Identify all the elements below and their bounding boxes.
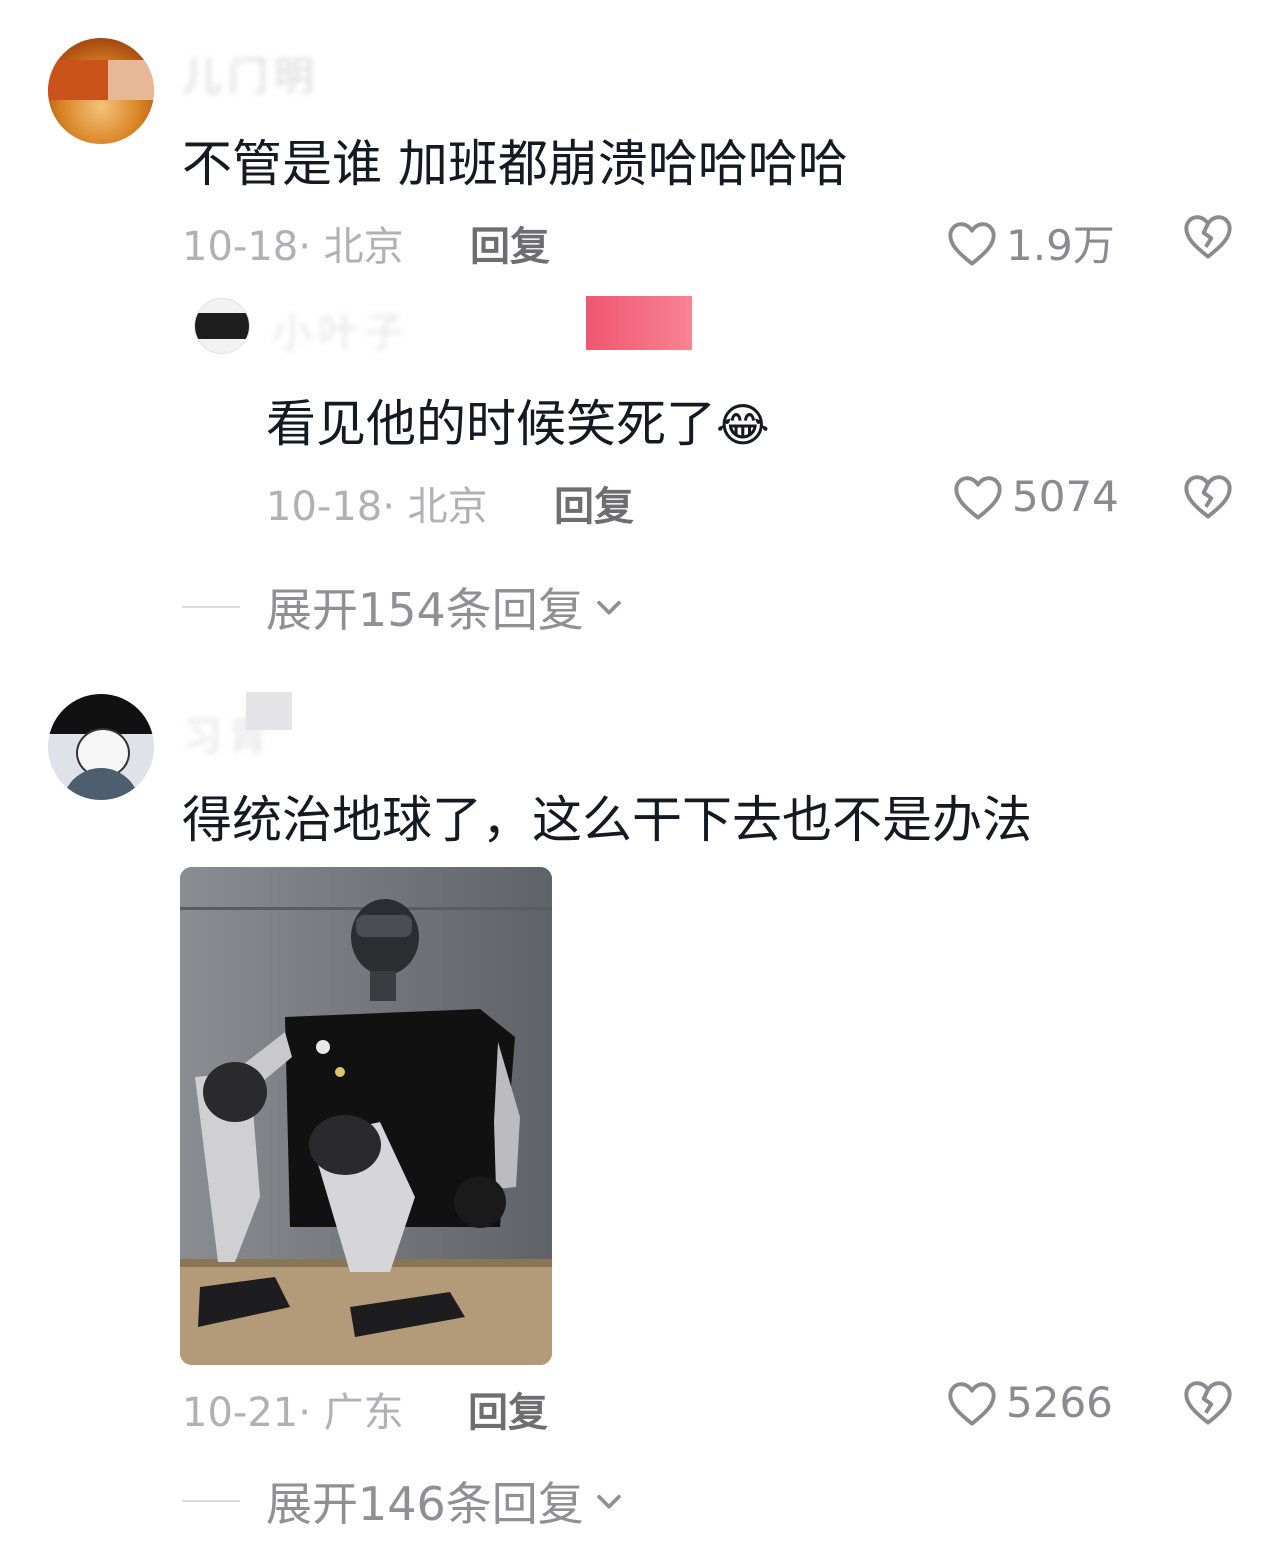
reply-button[interactable]: 回复	[470, 214, 550, 272]
avatar[interactable]	[48, 38, 154, 144]
reply-location: 北京	[407, 484, 488, 530]
comment-meta: 10-18· 北京	[182, 224, 404, 270]
divider-line	[182, 1500, 240, 1502]
reply-meta: 10-18· 北京	[266, 484, 488, 530]
avatar[interactable]	[194, 298, 250, 354]
reply-button[interactable]: 回复	[468, 1380, 548, 1438]
dislike-button[interactable]	[1182, 212, 1234, 264]
like-button[interactable]: 5266	[946, 1378, 1113, 1427]
broken-heart-icon	[1184, 215, 1232, 259]
redaction-block	[586, 296, 692, 350]
username[interactable]: 儿门明	[182, 44, 320, 102]
divider-line	[182, 606, 240, 608]
comment-image[interactable]	[180, 867, 552, 1365]
dislike-button[interactable]	[1182, 1378, 1234, 1430]
like-count: 5074	[1012, 472, 1119, 521]
broken-heart-icon	[1184, 475, 1232, 519]
dislike-button[interactable]	[1182, 472, 1234, 524]
expand-label: 展开146条回复	[266, 1477, 584, 1531]
comment-text: 不管是谁 加班都崩溃哈哈哈哈	[182, 135, 848, 193]
expand-label: 展开154条回复	[266, 583, 584, 637]
like-button[interactable]: 1.9万	[946, 212, 1115, 273]
robot-photo	[180, 867, 552, 1365]
comment-meta: 10-21· 广东	[182, 1390, 404, 1436]
broken-heart-icon	[1184, 1381, 1232, 1425]
heart-outline-icon	[948, 1381, 996, 1426]
like-button[interactable]: 5074	[952, 472, 1119, 521]
comment-text: 得统治地球了，这么干下去也不是办法	[182, 791, 1032, 849]
heart-outline-icon	[954, 475, 1002, 520]
redaction-block	[246, 692, 292, 730]
like-count: 5266	[1006, 1378, 1113, 1427]
username[interactable]: 小叶子	[272, 300, 410, 358]
chevron-down-icon	[597, 1494, 621, 1509]
heart-outline-icon	[948, 221, 996, 266]
crying-laughing-emoji: 😂	[716, 398, 770, 452]
comment-location: 广东	[323, 1390, 404, 1436]
chevron-down-icon	[597, 600, 621, 615]
reply-date: 10-18	[266, 484, 383, 530]
reply-text: 看见他的时候笑死了😂	[266, 395, 770, 453]
expand-replies-button[interactable]: 展开154条回复	[182, 574, 626, 640]
like-count: 1.9万	[1006, 221, 1115, 270]
comment-date: 10-18	[182, 224, 299, 270]
avatar[interactable]	[48, 694, 154, 800]
reply-button[interactable]: 回复	[554, 474, 634, 532]
comment-date: 10-21	[182, 1390, 299, 1436]
expand-replies-button[interactable]: 展开146条回复	[182, 1468, 626, 1534]
comment-location: 北京	[323, 224, 404, 270]
